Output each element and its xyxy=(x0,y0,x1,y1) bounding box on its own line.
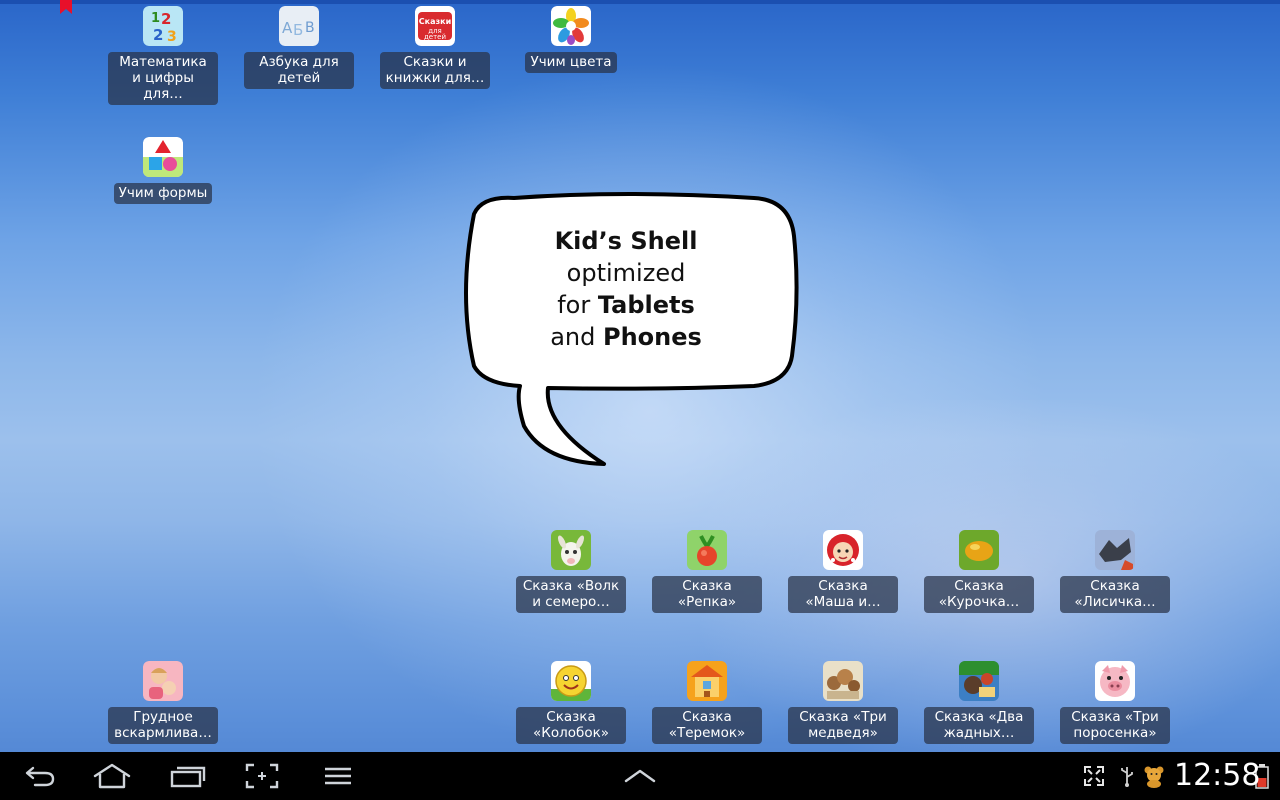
app-label: Сказка «Маша и… xyxy=(788,576,898,613)
promo-title: Kid’s Shell xyxy=(554,227,698,255)
home-icon xyxy=(93,763,131,789)
app-label: Сказка «Два жадных… xyxy=(924,707,1034,744)
numbers-icon: 1 2 2 3 xyxy=(143,6,183,46)
shapes-icon xyxy=(143,137,183,177)
app-label: Учим цвета xyxy=(525,52,617,73)
recent-apps-icon xyxy=(170,766,206,788)
colors-flower-icon xyxy=(551,6,591,46)
goat-icon xyxy=(551,530,591,570)
recent-apps-button[interactable] xyxy=(164,752,212,800)
svg-text:1: 1 xyxy=(151,11,160,26)
app-label: Сказки и книжки для… xyxy=(380,52,490,89)
svg-text:А: А xyxy=(282,19,293,37)
app-label: Сказка «Репка» xyxy=(652,576,762,613)
story-three-bears[interactable]: Сказка «Три медведя» xyxy=(788,661,898,744)
app-label: Сказка «Теремок» xyxy=(652,707,762,744)
status-clock: 12:58 xyxy=(1174,758,1261,793)
teddy-bear-icon xyxy=(1144,766,1164,788)
app-learn-shapes[interactable]: Учим формы xyxy=(108,137,218,204)
system-navigation-bar xyxy=(0,752,1280,800)
promo-text: Kid’s Shell optimized for Tablets and Ph… xyxy=(458,225,794,353)
fairytales-books-icon: Сказки для детей xyxy=(415,6,455,46)
screenshot-icon xyxy=(245,763,279,789)
story-wolf-goats[interactable]: Сказка «Волк и семеро… xyxy=(516,530,626,613)
story-lisichka[interactable]: Сказка «Лисичка… xyxy=(1060,530,1170,613)
app-label: Сказка «Колобок» xyxy=(516,707,626,744)
promo-line-tablets: for Tablets xyxy=(557,291,695,319)
promo-line-optimized: optimized xyxy=(566,259,686,287)
app-label: Сказка «Три поросенка» xyxy=(1060,707,1170,744)
app-label: Учим формы xyxy=(113,183,213,204)
app-label: Математика и цифры для… xyxy=(108,52,218,105)
kolobok-icon xyxy=(551,661,591,701)
story-kurochka[interactable]: Сказка «Курочка… xyxy=(924,530,1034,613)
story-two-greedy-bears[interactable]: Сказка «Два жадных… xyxy=(924,661,1034,744)
story-masha[interactable]: Сказка «Маша и… xyxy=(788,530,898,613)
story-repka[interactable]: Сказка «Репка» xyxy=(652,530,762,613)
app-label: Азбука для детей xyxy=(244,52,354,89)
masha-icon xyxy=(823,530,863,570)
chevron-up-icon xyxy=(624,769,656,783)
svg-text:3: 3 xyxy=(167,29,177,45)
back-icon xyxy=(25,766,55,787)
teremok-house-icon xyxy=(687,661,727,701)
svg-text:Сказки: Сказки xyxy=(419,17,451,26)
svg-text:2: 2 xyxy=(153,26,163,44)
app-learn-colors[interactable]: Учим цвета xyxy=(516,6,626,73)
app-label: Сказка «Волк и семеро… xyxy=(516,576,626,613)
alphabet-icon: А Б В xyxy=(279,6,319,46)
two-bears-icon xyxy=(959,661,999,701)
breastfeeding-icon xyxy=(143,661,183,701)
app-label: Сказка «Три медведя» xyxy=(788,707,898,744)
app-label: Сказка «Лисичка… xyxy=(1060,576,1170,613)
top-edge-strip xyxy=(0,0,1280,4)
app-label: Грудное вскармлива… xyxy=(108,707,218,744)
back-button[interactable] xyxy=(16,752,64,800)
kids-shell-status xyxy=(1140,752,1168,800)
app-math-numbers[interactable]: 1 2 2 3 Математика и цифры для… xyxy=(108,6,218,105)
fox-icon xyxy=(1095,530,1135,570)
three-bears-icon xyxy=(823,661,863,701)
svg-text:детей: детей xyxy=(424,33,446,41)
menu-button[interactable] xyxy=(314,752,362,800)
show-more-button[interactable] xyxy=(616,752,664,800)
svg-text:В: В xyxy=(305,20,315,36)
golden-egg-icon xyxy=(959,530,999,570)
bookmark-icon xyxy=(60,0,72,14)
fullscreen-button[interactable] xyxy=(1080,752,1108,800)
app-label: Сказка «Курочка… xyxy=(924,576,1034,613)
promo-line-phones: and Phones xyxy=(550,323,702,351)
svg-text:Б: Б xyxy=(293,21,303,39)
story-three-piglets[interactable]: Сказка «Три поросенка» xyxy=(1060,661,1170,744)
app-breastfeeding[interactable]: Грудное вскармлива… xyxy=(108,661,218,744)
story-kolobok[interactable]: Сказка «Колобок» xyxy=(516,661,626,744)
screenshot-button[interactable] xyxy=(238,752,286,800)
story-teremok[interactable]: Сказка «Теремок» xyxy=(652,661,762,744)
app-fairytales-books[interactable]: Сказки для детей Сказки и книжки для… xyxy=(380,6,490,89)
pig-icon xyxy=(1095,661,1135,701)
usb-icon xyxy=(1121,767,1133,787)
home-button[interactable] xyxy=(88,752,136,800)
menu-icon xyxy=(325,767,351,785)
app-alphabet[interactable]: А Б В Азбука для детей xyxy=(244,6,354,89)
usb-status xyxy=(1116,752,1138,800)
turnip-icon xyxy=(687,530,727,570)
fullscreen-icon xyxy=(1084,766,1104,786)
